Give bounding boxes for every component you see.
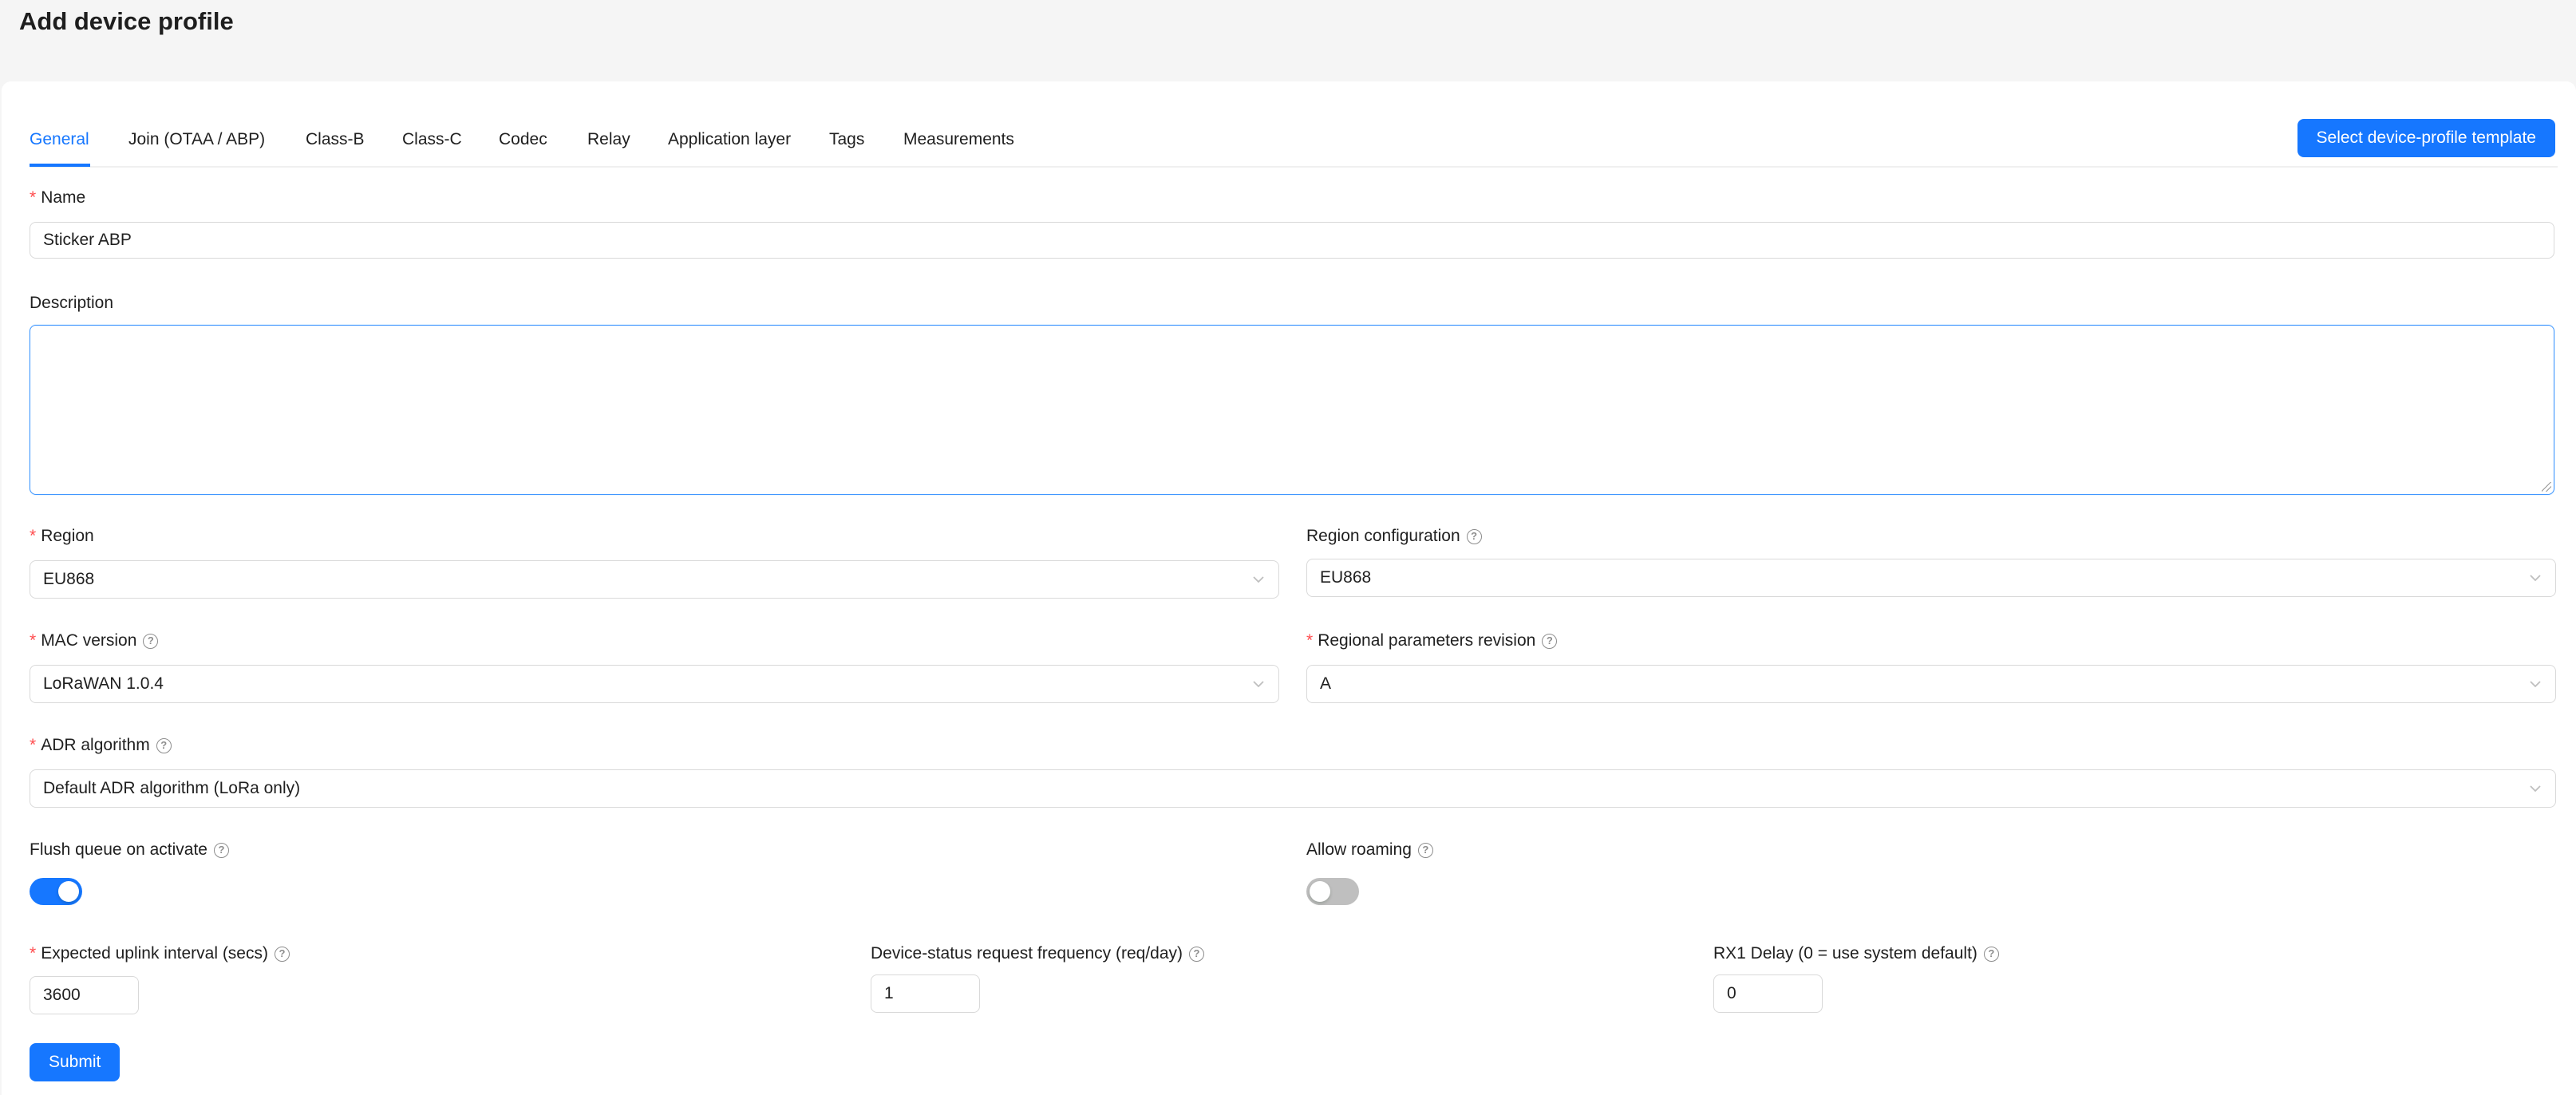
help-icon[interactable]: ? <box>143 633 159 649</box>
tab-class-b[interactable]: Class-B <box>306 118 365 166</box>
page-header: Add device profile <box>0 0 2576 80</box>
uplink-interval-label: * Expected uplink interval (secs) ? <box>30 943 290 965</box>
chevron-down-icon <box>1253 576 1264 583</box>
device-status-frequency-input[interactable]: 1 <box>871 974 980 1013</box>
page-title: Add device profile <box>19 7 234 35</box>
tab-class-c[interactable]: Class-C <box>402 118 462 166</box>
region-select[interactable]: EU868 <box>30 560 1279 599</box>
required-marker: * <box>30 944 37 963</box>
allow-roaming-label: Allow roaming ? <box>1306 839 1433 861</box>
tab-codec[interactable]: Codec <box>499 118 547 166</box>
select-template-button[interactable]: Select device-profile template <box>2297 119 2555 157</box>
rx1-delay-label: RX1 Delay (0 = use system default) ? <box>1713 943 1999 965</box>
flush-queue-label: Flush queue on activate ? <box>30 839 229 861</box>
tab-relay[interactable]: Relay <box>587 118 630 166</box>
help-icon[interactable]: ? <box>213 842 229 858</box>
chevron-down-icon <box>2530 575 2541 582</box>
chevron-down-icon <box>2530 681 2541 688</box>
description-textarea[interactable] <box>30 325 2554 495</box>
submit-button[interactable]: Submit <box>30 1043 121 1081</box>
toggle-knob <box>58 881 79 902</box>
tab-application-layer[interactable]: Application layer <box>668 118 791 166</box>
adr-algorithm-select[interactable]: Default ADR algorithm (LoRa only) <box>30 769 2556 808</box>
required-marker: * <box>30 736 37 754</box>
flush-queue-toggle[interactable] <box>30 878 82 905</box>
regional-parameters-revision-select[interactable]: A <box>1306 665 2556 703</box>
active-tab-indicator <box>30 164 90 167</box>
mac-version-label: * MAC version ? <box>30 630 159 652</box>
region-configuration-select[interactable]: EU868 <box>1306 559 2556 597</box>
toggle-knob <box>1310 881 1330 902</box>
help-icon[interactable]: ? <box>1189 946 1205 962</box>
help-icon[interactable]: ? <box>1466 528 1482 544</box>
resize-handle[interactable] <box>2542 482 2551 492</box>
tab-general[interactable]: General <box>30 118 89 166</box>
required-marker: * <box>30 527 37 545</box>
chevron-down-icon <box>2530 785 2541 793</box>
tab-tags[interactable]: Tags <box>829 118 864 166</box>
name-label: * Name <box>30 188 86 207</box>
mac-version-select[interactable]: LoRaWAN 1.0.4 <box>30 665 1279 703</box>
required-marker: * <box>30 188 37 207</box>
description-label: Description <box>30 294 114 312</box>
required-marker: * <box>30 631 37 650</box>
tab-measurements[interactable]: Measurements <box>903 118 1014 166</box>
rx1-delay-input[interactable]: 0 <box>1713 974 1823 1013</box>
tab-join[interactable]: Join (OTAA / ABP) <box>128 118 265 166</box>
uplink-interval-input[interactable]: 3600 <box>30 976 139 1014</box>
regional-parameters-revision-label: * Regional parameters revision ? <box>1306 630 1558 652</box>
tab-bar: General Join (OTAA / ABP) Class-B Class-… <box>30 118 2558 168</box>
help-icon[interactable]: ? <box>1417 842 1433 858</box>
region-label: * Region <box>30 527 94 545</box>
device-status-frequency-label: Device-status request frequency (req/day… <box>871 943 1205 965</box>
region-configuration-label: Region configuration ? <box>1306 525 1482 548</box>
form-card: General Join (OTAA / ABP) Class-B Class-… <box>2 81 2576 1095</box>
adr-algorithm-label: * ADR algorithm ? <box>30 734 172 757</box>
name-input[interactable]: Sticker ABP <box>30 222 2554 259</box>
required-marker: * <box>1306 631 1314 650</box>
help-icon[interactable]: ? <box>156 737 172 753</box>
help-icon[interactable]: ? <box>1983 946 1999 962</box>
allow-roaming-toggle[interactable] <box>1306 878 1359 905</box>
help-icon[interactable]: ? <box>1542 633 1558 649</box>
chevron-down-icon <box>1253 681 1264 688</box>
help-icon[interactable]: ? <box>274 946 290 962</box>
